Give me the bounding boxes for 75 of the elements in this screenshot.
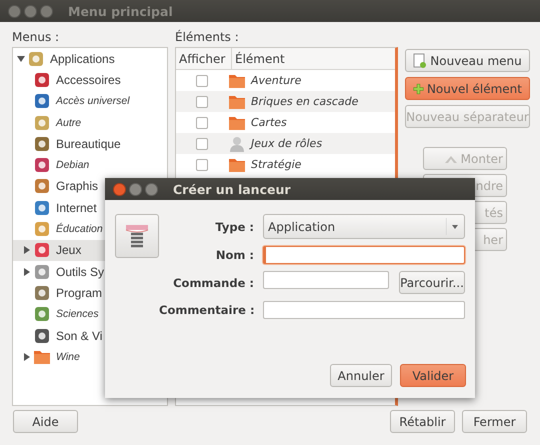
elements-label: Éléments : [175,30,240,44]
app-icon [33,262,51,281]
app-icon [33,114,51,132]
collapsed-arrow-icon[interactable] [23,352,31,361]
app-icon [33,70,51,89]
app-icon [33,305,51,324]
column-header[interactable]: Afficher [176,48,232,69]
show-checkbox[interactable] [196,116,208,128]
browse-button[interactable]: Parcourir... [399,271,465,294]
menu-tree-item[interactable]: Graphis [13,176,167,198]
expanded-arrow-icon[interactable] [17,54,25,63]
menu-tree-item[interactable]: Autre [13,112,167,134]
menu-tree-item[interactable]: Son & Vi [13,324,167,346]
show-checkbox[interactable] [196,74,208,86]
show-checkbox[interactable] [196,138,208,150]
close-button[interactable] [8,4,21,18]
app-icon [33,284,51,302]
menu-tree-item[interactable]: Internet [13,197,167,218]
app-icon [33,241,51,260]
element-name: Stratégie [251,158,302,171]
maximize-button[interactable] [145,182,158,196]
field-label: Commande : [172,276,254,290]
field-label: Type : [214,220,254,234]
minimize-button[interactable] [24,4,37,18]
side-button[interactable]: Nouvel élément [405,77,530,100]
window-title: Menu principal [68,4,173,18]
type-dropdown[interactable]: Application [263,214,465,239]
text-field[interactable] [263,246,465,264]
field-label: Commentaire : [159,303,254,317]
column-header[interactable]: Élément [232,48,285,69]
menu-tree-item[interactable]: Bureautique [13,133,167,154]
menu-tree-item[interactable]: Accès universel [13,90,167,112]
menus-label: Menus : [12,30,60,44]
menu-tree-item[interactable]: Debian [13,154,167,176]
dialog-title: Créer un lanceur [173,182,291,196]
dialog-button[interactable]: Valider [400,364,466,387]
app-icon [33,134,51,153]
app-icon [33,220,51,238]
show-checkbox[interactable] [196,158,208,170]
element-name: Aventure [251,74,302,87]
menu-tree-item[interactable]: Éducation [13,218,167,240]
menu-tree-item[interactable]: Applications [13,48,167,70]
menu-tree-item[interactable]: Accessoires [13,69,167,91]
element-name: Jeux de rôles [251,137,322,150]
new-menu-icon [413,52,428,68]
text-field[interactable] [263,301,465,319]
collapsed-arrow-icon[interactable] [23,268,31,276]
collapsed-arrow-icon[interactable] [23,246,31,254]
dialog-action-button[interactable]: Rétablir [390,410,455,433]
menu-tree-item[interactable]: Program [13,282,167,304]
app-icon [27,50,45,68]
app-icon [33,198,51,217]
element-name: Cartes [251,116,287,129]
element-row[interactable]: Jeux de rôles [176,133,395,154]
element-row[interactable]: Briques en cascade [176,91,395,112]
app-icon [33,156,51,174]
app-icon [33,92,51,110]
menu-tree-item[interactable]: Wine [13,346,167,368]
field-label: Nom : [214,248,254,262]
dialog-button[interactable]: Annuler [330,364,392,387]
side-button[interactable]: Nouveau menu [405,49,530,72]
up-arrow-icon [444,154,458,164]
person-icon [228,134,246,152]
show-checkbox[interactable] [196,96,208,108]
launcher-icon-button[interactable] [115,214,159,258]
close-button[interactable] [113,182,126,196]
menu-tree-item[interactable]: Outils Sy [13,260,167,282]
dialog-action-button[interactable]: Fermer [462,410,527,433]
element-name: Briques en cascade [251,95,358,108]
app-icon [33,177,51,196]
maximize-button[interactable] [40,4,53,18]
app-icon [33,326,51,344]
minimize-button[interactable] [129,182,142,196]
command-field[interactable] [263,271,389,289]
help-button[interactable]: Aide [13,410,78,433]
